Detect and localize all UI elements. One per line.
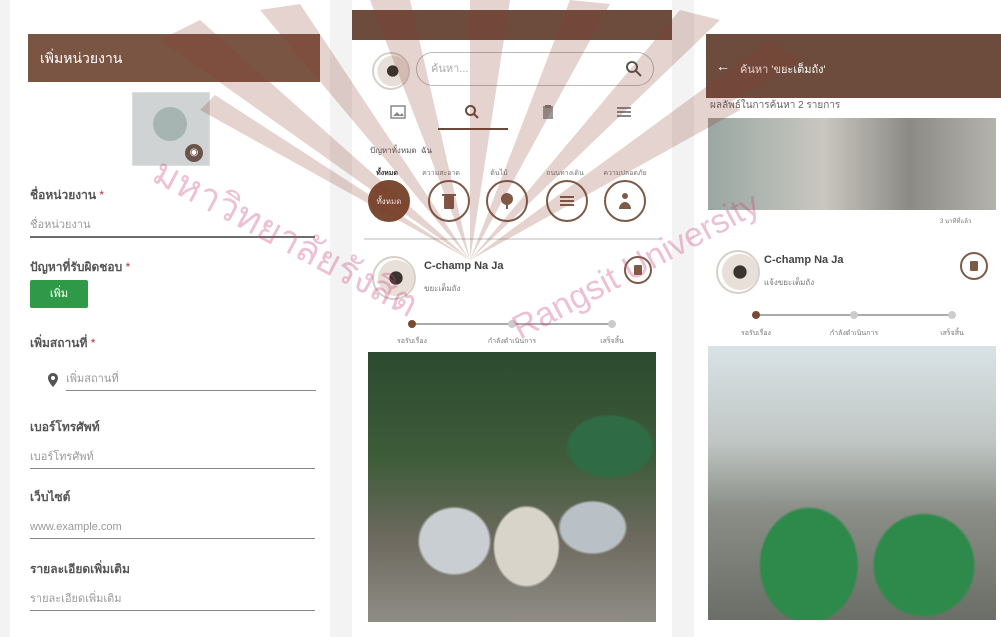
active-tab-indicator (438, 128, 508, 130)
avatar[interactable] (372, 52, 410, 90)
post-username[interactable]: C-champ Na Ja (424, 260, 503, 272)
trash-bin-icon (634, 265, 642, 275)
image-placeholder-icon (153, 107, 187, 141)
post-timestamp: 3 นาทีที่แล้ว (940, 219, 972, 225)
category-label-cleanliness: ความสะอาด (422, 170, 460, 177)
post-avatar[interactable] (716, 250, 760, 294)
post-photo[interactable] (368, 352, 656, 622)
progress-step-2 (850, 311, 858, 319)
feed-screen: ค้นหา... ปัญหาทั้งหมด ฉัน ทั้งหมด ความสะ… (352, 0, 672, 637)
status-bar (352, 10, 672, 40)
add-agency-screen: เพิ่มหน่วยงาน ◉ ชื่อหน่วยงาน * ชื่อหน่วย… (10, 0, 330, 637)
location-pin-icon (48, 373, 58, 387)
post-category: ขยะเต็มถัง (424, 284, 461, 293)
search-results-header: ← ค้นหา 'ขยะเต็มถัง' (706, 34, 1001, 98)
add-location-label: เพิ่มสถานที่ * (30, 336, 96, 350)
page-title: เพิ่มหน่วยงาน (28, 34, 320, 82)
progress-label-1: รอรับเรื่อง (397, 338, 427, 345)
location-input[interactable]: เพิ่มสถานที่ (66, 368, 316, 391)
categories-heading: ปัญหาทั้งหมด ฉัน (370, 146, 432, 155)
post-avatar[interactable] (372, 256, 416, 300)
progress-label-3: เสร็จสิ้น (600, 338, 624, 345)
tree-icon (501, 193, 513, 209)
add-problem-button[interactable]: เพิ่ม (30, 280, 88, 308)
result-photo-2[interactable] (708, 346, 996, 620)
trash-bin-icon (970, 261, 978, 271)
post-username[interactable]: C-champ Na Ja (764, 254, 843, 266)
progress-step-3 (608, 320, 616, 328)
post-category-badge[interactable] (960, 252, 988, 280)
agency-name-label: ชื่อหน่วยงาน * (30, 188, 105, 202)
category-label-tree: ต้นไม้ (490, 170, 508, 177)
category-all-button[interactable]: ทั้งหมด (368, 180, 410, 222)
progress-label-2: กำลังดำเนินการ (487, 338, 537, 345)
image-icon[interactable] (390, 104, 406, 120)
search-input[interactable]: ค้นหา... (416, 52, 654, 86)
menu-icon[interactable] (616, 104, 632, 120)
category-label-safety: ความปลอดภัย (603, 170, 647, 177)
page-title: ค้นหา 'ขยะเต็มถัง' (740, 64, 826, 76)
progress-label-2: กำลังดำเนินการ (829, 330, 879, 337)
clipboard-icon[interactable] (540, 104, 556, 120)
responsible-problem-label: ปัญหาที่รับผิดชอบ * (30, 260, 131, 274)
progress-label-3: เสร็จสิ้น (940, 330, 964, 337)
result-count: ผลลัพธ์ในการค้นหา 2 รายการ (710, 100, 841, 111)
bottom-nav-tabs (362, 98, 662, 128)
category-label-all: ทั้งหมด (376, 170, 398, 177)
trash-bin-icon (442, 194, 456, 209)
website-label: เว็บไซต์ (30, 490, 71, 504)
search-tab-icon[interactable] (464, 104, 480, 120)
progress-step-1 (408, 320, 416, 328)
search-results-screen: ← ค้นหา 'ขยะเต็มถัง' ผลลัพธ์ในการค้นหา 2… (694, 0, 1001, 637)
divider (364, 238, 660, 240)
phone-label: เบอร์โทรศัพท์ (30, 420, 100, 434)
progress-label-1: รอรับเรื่อง (741, 330, 771, 337)
category-label-road: ถนนทางเดิน (546, 170, 584, 177)
progress-step-2 (508, 320, 516, 328)
details-label: รายละเอียดเพิ่มเติม (30, 562, 130, 576)
category-safety-button[interactable] (604, 180, 646, 222)
website-input[interactable]: www.example.com (30, 516, 315, 539)
search-icon[interactable] (625, 60, 643, 78)
agency-name-input[interactable]: ชื่อหน่วยงาน (30, 214, 315, 238)
camera-icon[interactable]: ◉ (185, 144, 203, 162)
road-icon (560, 196, 574, 206)
post-category-badge[interactable] (624, 256, 652, 284)
post-category: แจ้งขยะเต็มถัง (764, 278, 815, 287)
phone-input[interactable]: เบอร์โทรศัพท์ (30, 446, 315, 469)
progress-step-1 (752, 311, 760, 319)
progress-step-3 (948, 311, 956, 319)
category-cleanliness-button[interactable] (428, 180, 470, 222)
category-tree-button[interactable] (486, 180, 528, 222)
result-photo-1[interactable] (708, 118, 996, 210)
back-arrow-icon[interactable]: ← (716, 58, 730, 74)
person-icon (619, 193, 631, 209)
details-input[interactable]: รายละเอียดเพิ่มเติม (30, 588, 315, 611)
category-road-button[interactable] (546, 180, 588, 222)
